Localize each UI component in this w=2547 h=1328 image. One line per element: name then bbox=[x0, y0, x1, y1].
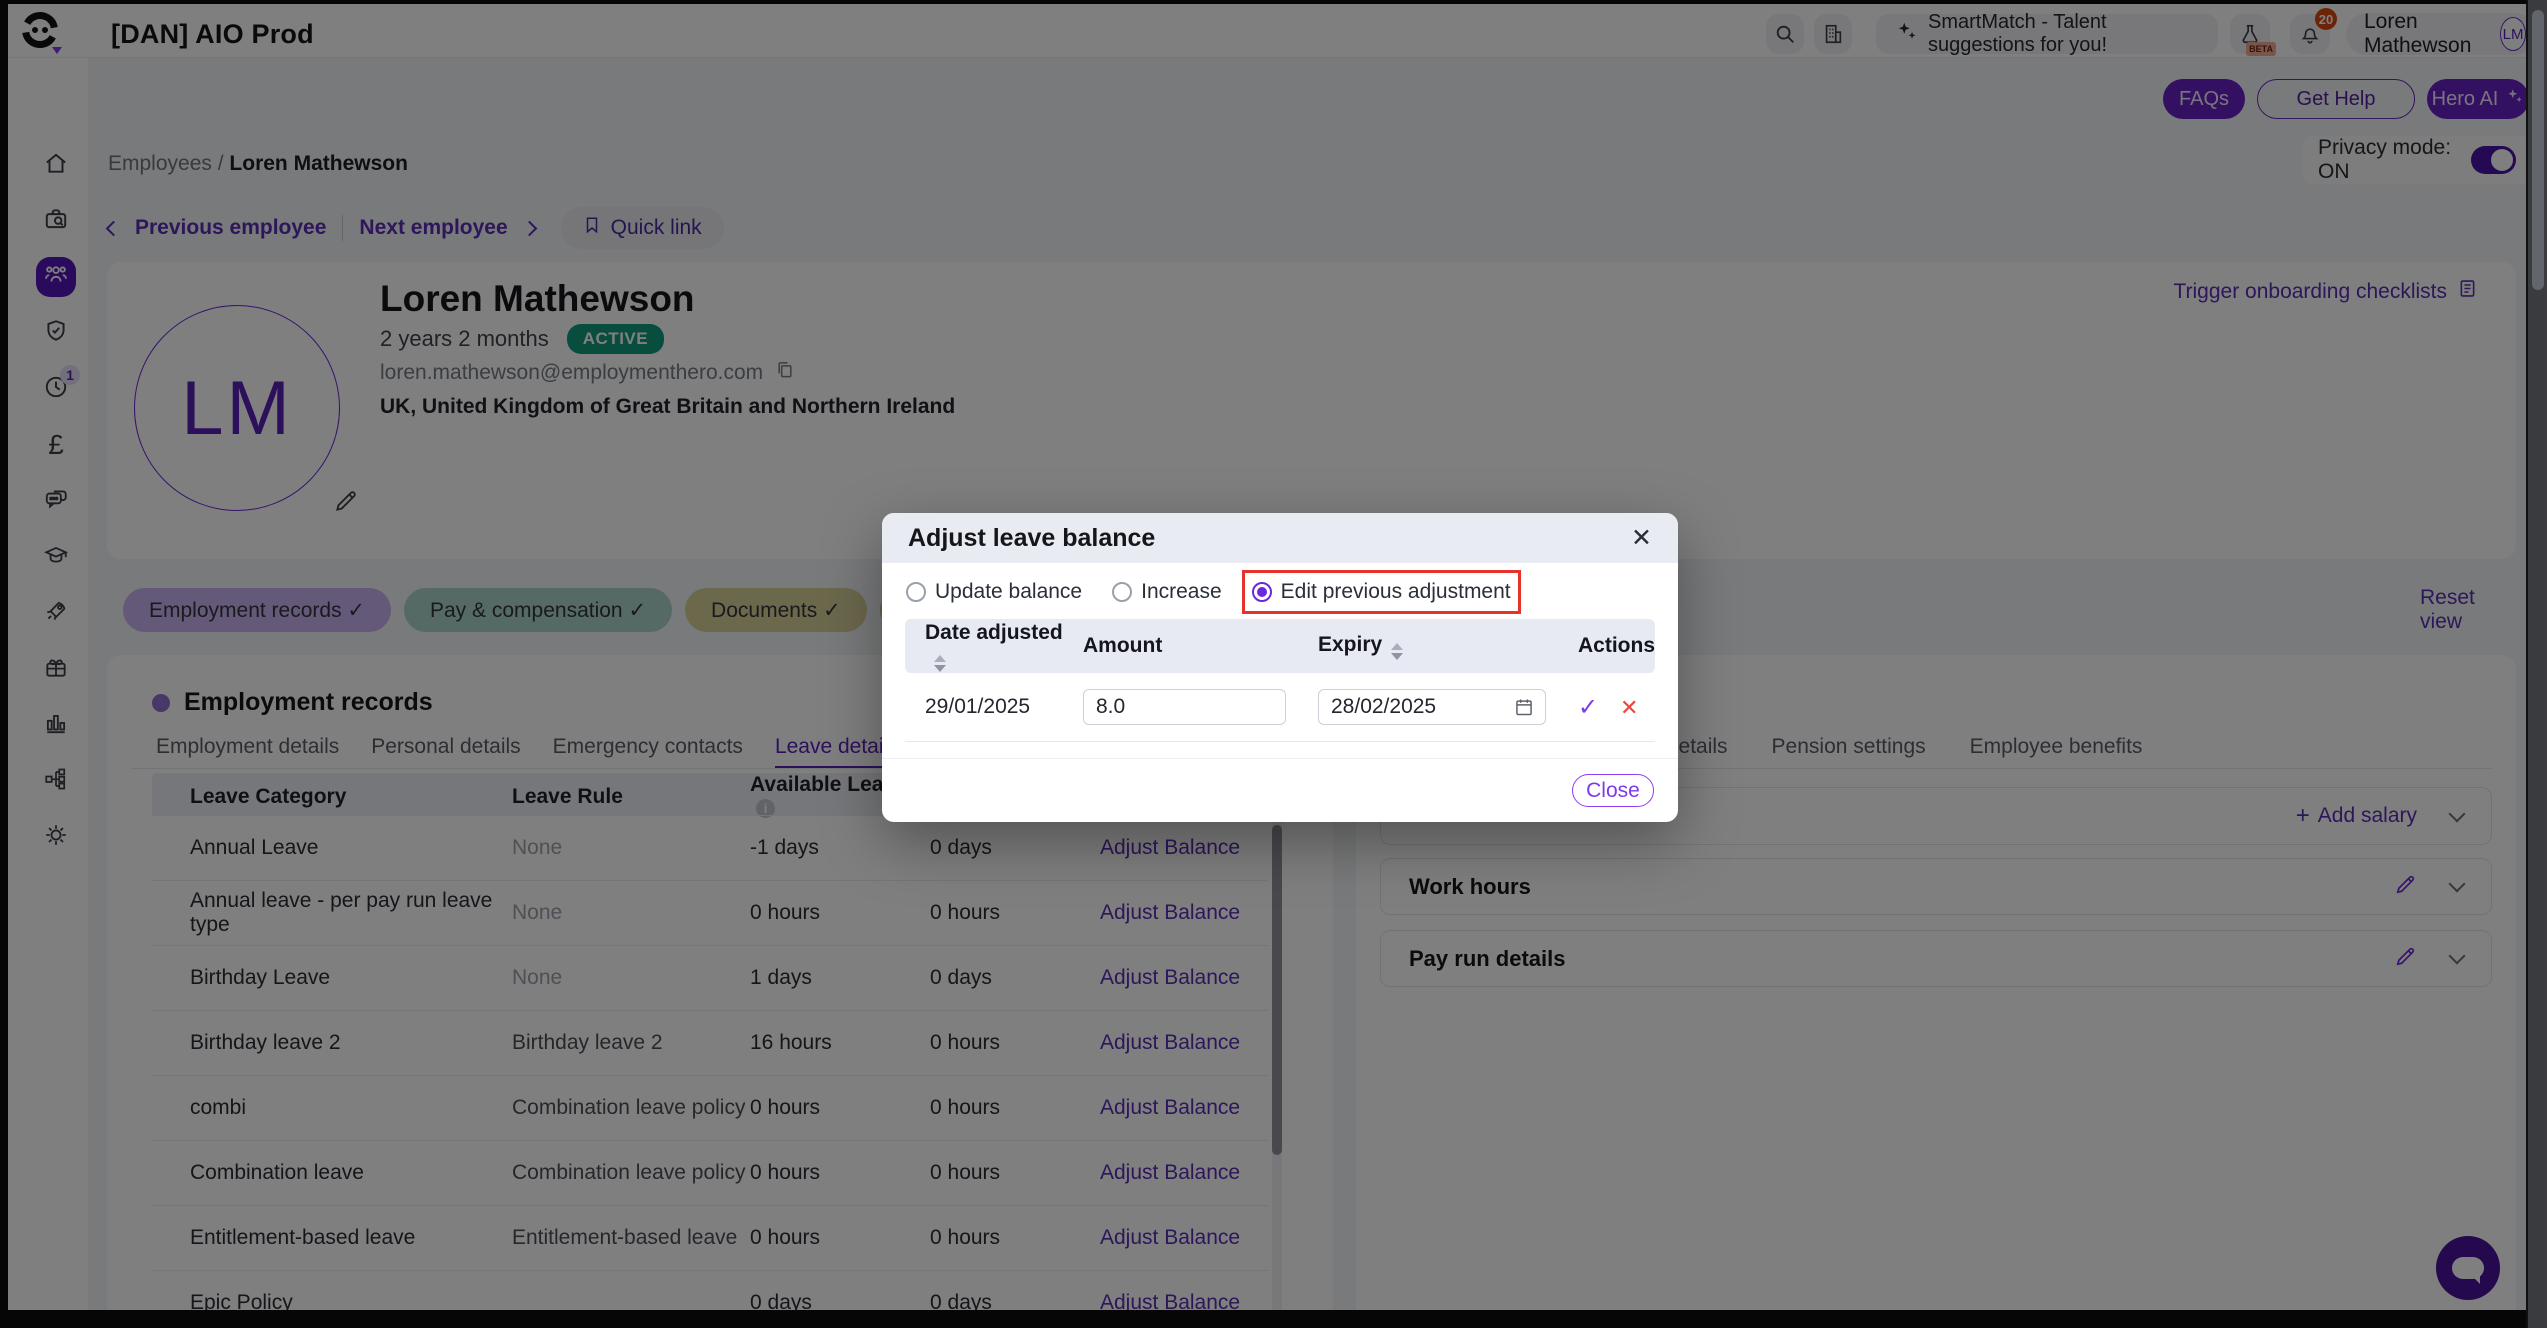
expiry-date-input[interactable] bbox=[1318, 689, 1546, 725]
browser-scrollbar[interactable] bbox=[2526, 0, 2547, 1328]
divider bbox=[905, 741, 1655, 742]
adjust-leave-balance-modal: Adjust leave balance ✕ Update balance In… bbox=[882, 513, 1678, 822]
window-edge bbox=[0, 1310, 2547, 1328]
radio-update-balance[interactable]: Update balance bbox=[906, 580, 1082, 604]
sort-icon[interactable] bbox=[1391, 643, 1403, 660]
amount-input[interactable] bbox=[1083, 689, 1286, 725]
radio-icon bbox=[906, 582, 926, 602]
radio-edit-previous-adjustment[interactable]: Edit previous adjustment bbox=[1252, 580, 1511, 604]
radio-label: Edit previous adjustment bbox=[1281, 580, 1511, 604]
radio-increase[interactable]: Increase bbox=[1112, 580, 1222, 604]
sort-icon[interactable] bbox=[934, 655, 946, 672]
col-date-adjusted[interactable]: Date adjusted bbox=[925, 621, 1083, 672]
col-amount: Amount bbox=[1083, 634, 1318, 658]
modal-header: Adjust leave balance ✕ bbox=[882, 513, 1678, 563]
radio-label: Increase bbox=[1141, 580, 1222, 604]
radio-selected-icon bbox=[1252, 582, 1272, 602]
modal-title: Adjust leave balance bbox=[908, 524, 1155, 553]
col-actions: Actions bbox=[1578, 634, 1655, 658]
col-expiry[interactable]: Expiry bbox=[1318, 633, 1578, 660]
scrollbar-thumb[interactable] bbox=[2532, 10, 2544, 290]
date-adjusted-value: 29/01/2025 bbox=[925, 695, 1083, 719]
close-button[interactable]: Close bbox=[1572, 774, 1654, 807]
confirm-check-icon[interactable]: ✓ bbox=[1578, 694, 1598, 721]
window-edge bbox=[0, 0, 8, 1328]
divider bbox=[882, 758, 1678, 759]
calendar-icon bbox=[1514, 697, 1534, 717]
radio-icon bbox=[1112, 582, 1132, 602]
adjustment-table-header: Date adjusted Amount Expiry Actions bbox=[905, 619, 1655, 673]
window-edge bbox=[0, 0, 2547, 4]
adjustment-row: 29/01/2025 ✓ ✕ bbox=[905, 673, 1655, 741]
app-window: [DAN] AIO Prod SmartMatch - Talent sugge… bbox=[0, 0, 2547, 1328]
radio-label: Update balance bbox=[935, 580, 1082, 604]
adjustment-mode-radios: Update balance Increase Edit previous ad… bbox=[906, 577, 1511, 607]
cancel-x-icon[interactable]: ✕ bbox=[1620, 695, 1638, 720]
close-icon[interactable]: ✕ bbox=[1631, 523, 1652, 553]
